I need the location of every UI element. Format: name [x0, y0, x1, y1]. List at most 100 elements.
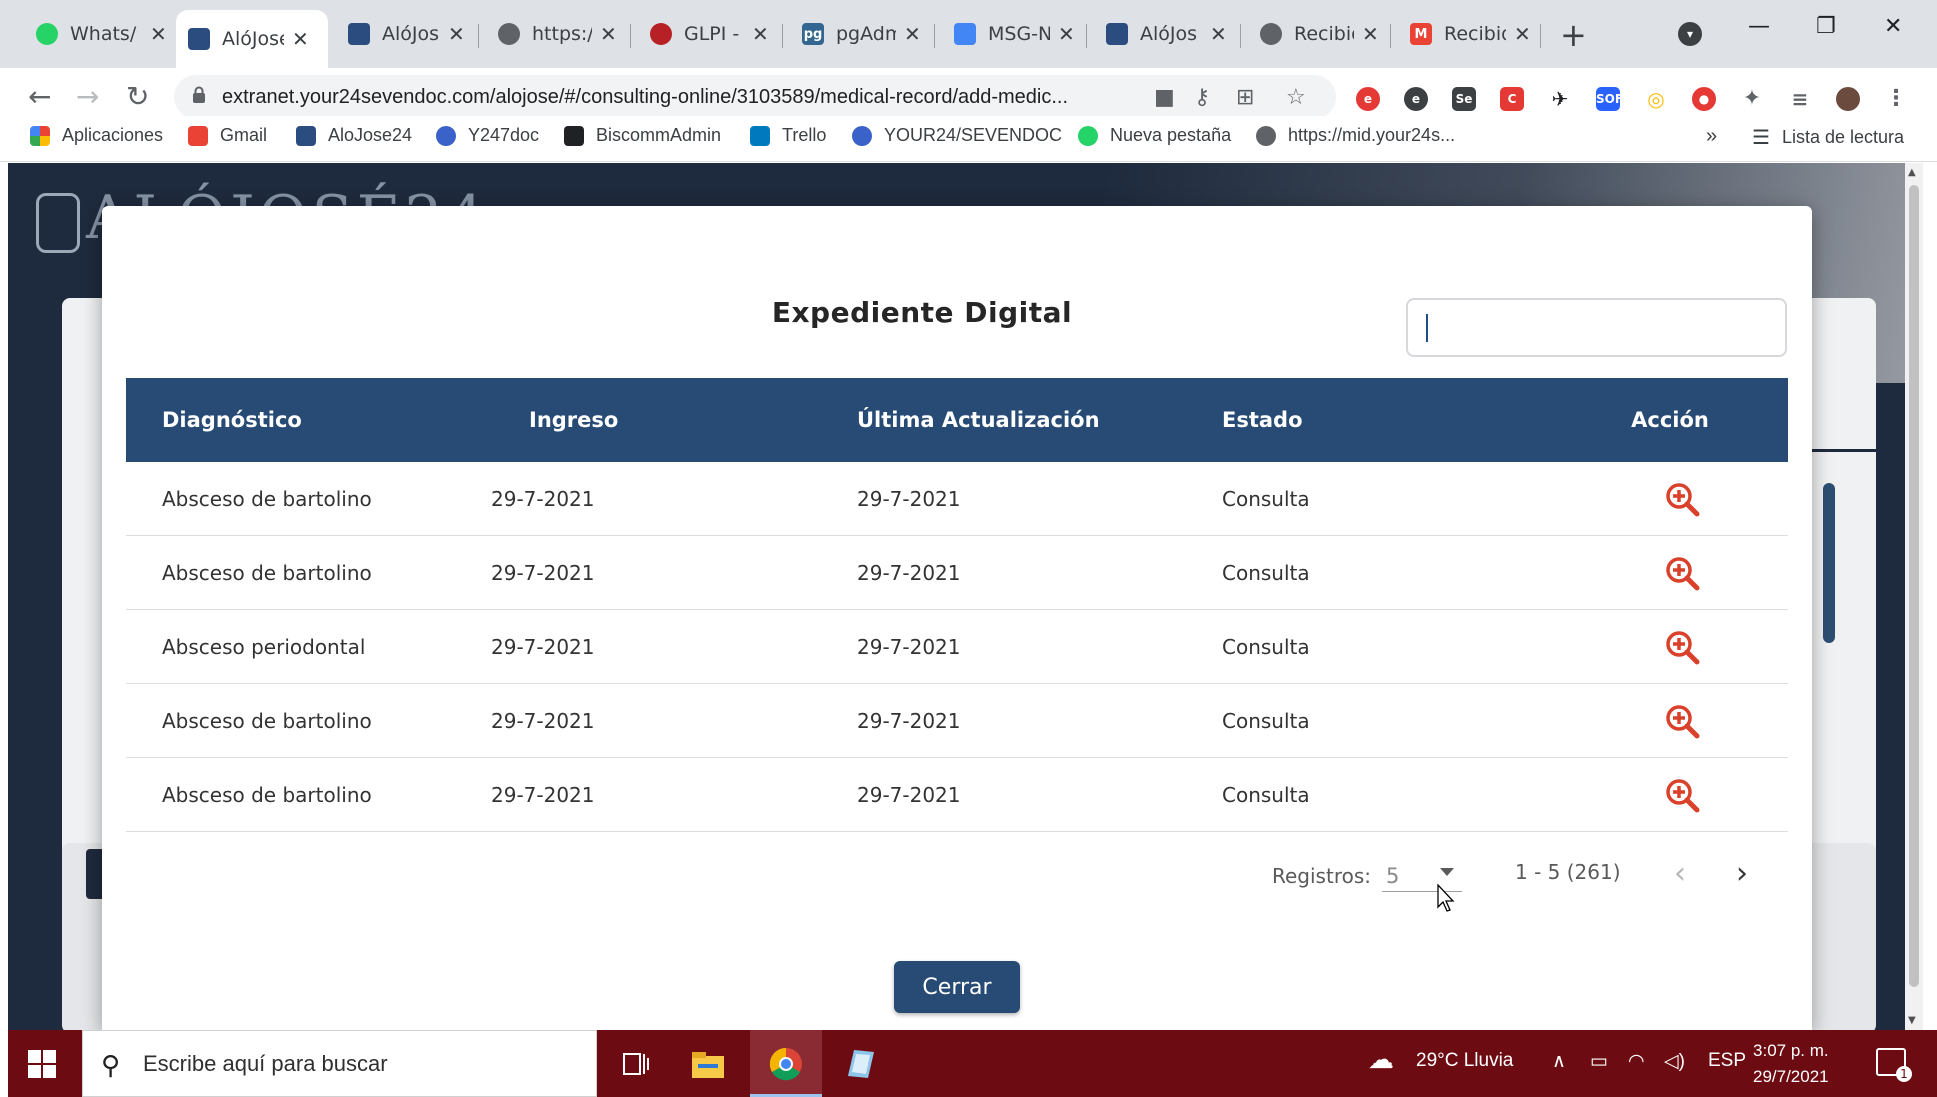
extension-icon[interactable]: e: [1404, 87, 1428, 111]
translate-icon[interactable]: ⊞: [1236, 85, 1254, 110]
forward-icon[interactable]: →: [76, 80, 99, 113]
browser-tab[interactable]: pg pgAdm ✕: [790, 12, 933, 56]
selenium-icon[interactable]: Se: [1452, 87, 1476, 111]
address-bar[interactable]: extranet.your24sevendoc.com/alojose/#/co…: [174, 75, 1336, 119]
reading-list-button[interactable]: ☰ Lista de lectura: [1752, 125, 1904, 150]
mouse-cursor-icon: [1437, 884, 1455, 912]
tab-separator: [1540, 24, 1541, 48]
bookmark-mid[interactable]: https://mid.your24s...: [1256, 125, 1455, 146]
tab-search-icon[interactable]: ▾: [1678, 22, 1702, 46]
cell-diagnostico: Absceso de bartolino: [162, 560, 372, 585]
taskbar-search-box[interactable]: ⚲ Escribe aquí para buscar: [82, 1030, 597, 1097]
column-header-actualizacion[interactable]: Última Actualización: [856, 408, 1222, 432]
bookmark-nueva-pestana[interactable]: Nueva pestaña: [1078, 125, 1231, 146]
task-view-icon[interactable]: [616, 1044, 656, 1084]
menu-kebab-icon[interactable]: ⋮: [1884, 87, 1908, 111]
bookmark-alojose24[interactable]: AloJose24: [296, 125, 412, 146]
column-header-estado[interactable]: Estado: [1222, 408, 1552, 432]
browser-tab[interactable]: Recibid ✕: [1248, 12, 1391, 56]
bookmark-your24sevendoc[interactable]: YOUR24/SEVENDOC: [852, 125, 1062, 146]
zoom-in-icon[interactable]: [1664, 777, 1700, 813]
tab-close-icon[interactable]: ✕: [292, 27, 309, 51]
close-window-icon[interactable]: ✕: [1884, 14, 1902, 39]
close-button[interactable]: Cerrar: [894, 961, 1020, 1013]
tab-close-icon[interactable]: ✕: [448, 22, 465, 46]
volume-icon[interactable]: ◁): [1664, 1050, 1685, 1073]
extensions-puzzle-icon[interactable]: ✦: [1740, 87, 1764, 111]
tab-close-icon[interactable]: ✕: [1514, 22, 1531, 46]
more-bookmarks-button[interactable]: »: [1706, 125, 1717, 148]
new-tab-button[interactable]: +: [1560, 16, 1587, 54]
avatar[interactable]: [1836, 87, 1860, 111]
tab-close-icon[interactable]: ✕: [904, 22, 921, 46]
taskbar-clock[interactable]: 3:07 p. m. 29/7/2021: [1753, 1038, 1829, 1090]
bookmark-apps[interactable]: Aplicaciones: [30, 125, 163, 146]
tab-close-icon[interactable]: ✕: [600, 22, 617, 46]
camera-icon[interactable]: ■: [1154, 85, 1175, 110]
browser-tab-bar: Whats/ ✕ AlóJose ✕ AlóJos ✕ https:// ✕ G…: [0, 0, 1937, 68]
back-icon[interactable]: ←: [28, 80, 51, 113]
tab-close-icon[interactable]: ✕: [1362, 22, 1379, 46]
browser-tab[interactable]: M Recibid ✕: [1398, 12, 1543, 56]
browser-tab[interactable]: MSG-N ✕: [942, 12, 1087, 56]
zoom-in-icon[interactable]: [1664, 555, 1700, 591]
tab-close-icon[interactable]: ✕: [1058, 22, 1075, 46]
extension-icon[interactable]: ◎: [1644, 87, 1668, 111]
battery-icon[interactable]: ▭: [1590, 1050, 1608, 1073]
windows-start-icon[interactable]: [28, 1050, 56, 1078]
cell-actualizacion: 29-7-2021: [857, 560, 961, 585]
sof-icon[interactable]: SOF: [1596, 87, 1623, 111]
tab-close-icon[interactable]: ✕: [150, 22, 167, 46]
zoom-in-icon[interactable]: [1664, 629, 1700, 665]
extension-icon[interactable]: C: [1500, 87, 1524, 111]
column-header-ingreso[interactable]: Ingreso: [489, 408, 856, 432]
extension-icon[interactable]: e: [1356, 87, 1380, 111]
search-input[interactable]: [1406, 298, 1787, 357]
url-text[interactable]: extranet.your24sevendoc.com/alojose/#/co…: [222, 86, 1068, 109]
extension-icon[interactable]: ✈: [1548, 87, 1572, 111]
notifications-icon[interactable]: 1: [1876, 1048, 1912, 1082]
key-icon[interactable]: ⚷: [1194, 85, 1210, 110]
browser-tab-active[interactable]: AlóJose ✕: [176, 10, 328, 68]
bookmark-y247doc[interactable]: Y247doc: [436, 125, 539, 146]
scroll-down-icon[interactable]: ▼: [1908, 1015, 1916, 1026]
zoom-in-icon[interactable]: [1664, 481, 1700, 517]
file-explorer-icon[interactable]: [688, 1044, 728, 1084]
chrome-icon[interactable]: [766, 1044, 806, 1084]
restore-icon[interactable]: ❐: [1816, 14, 1836, 39]
scrollbar-thumb[interactable]: [1909, 185, 1919, 987]
weather-text[interactable]: 29°C Lluvia: [1416, 1050, 1513, 1072]
bookmark-gmail[interactable]: Gmail: [188, 125, 267, 146]
show-hidden-icons-icon[interactable]: ∧: [1552, 1050, 1566, 1073]
language-indicator[interactable]: ESP: [1708, 1050, 1746, 1072]
notepad-app-icon[interactable]: [840, 1044, 880, 1084]
wifi-icon[interactable]: ◠: [1628, 1050, 1645, 1073]
bookmark-biscommadmin[interactable]: BiscommAdmin: [564, 125, 721, 146]
bookmark-star-icon[interactable]: ☆: [1286, 85, 1306, 110]
browser-tab[interactable]: GLPI - ✕: [638, 12, 781, 56]
browser-tab[interactable]: https:// ✕: [486, 12, 629, 56]
browser-tab[interactable]: Whats/ ✕: [24, 12, 179, 56]
weather-rain-icon[interactable]: ☁: [1368, 1044, 1394, 1075]
browser-tab[interactable]: AlóJos ✕: [1094, 12, 1239, 56]
page-scrollbar[interactable]: ▲ ▼: [1905, 163, 1923, 1030]
table-row: Absceso de bartolino 29-7-2021 29-7-2021…: [126, 684, 1788, 758]
previous-page-button[interactable]: ‹: [1674, 856, 1686, 891]
next-page-button[interactable]: ›: [1736, 856, 1748, 891]
google-docs-icon: [954, 23, 976, 45]
tab-close-icon[interactable]: ✕: [752, 22, 769, 46]
cell-diagnostico: Absceso de bartolino: [162, 782, 372, 807]
browser-tab[interactable]: AlóJos ✕: [336, 12, 477, 56]
column-header-diagnostico[interactable]: Diagnóstico: [126, 408, 489, 432]
zoom-in-icon[interactable]: [1664, 703, 1700, 739]
cell-diagnostico: Absceso de bartolino: [162, 708, 372, 733]
tab-close-icon[interactable]: ✕: [1210, 22, 1227, 46]
reload-icon[interactable]: ↻: [126, 80, 149, 113]
minimize-icon[interactable]: —: [1748, 14, 1770, 39]
media-icon[interactable]: ≡: [1788, 87, 1812, 111]
adblock-icon[interactable]: ●: [1692, 87, 1716, 111]
scroll-up-icon[interactable]: ▲: [1908, 167, 1916, 178]
globe-icon: [1260, 23, 1282, 45]
globe-icon: [1256, 125, 1276, 146]
bookmark-trello[interactable]: Trello: [750, 125, 826, 146]
